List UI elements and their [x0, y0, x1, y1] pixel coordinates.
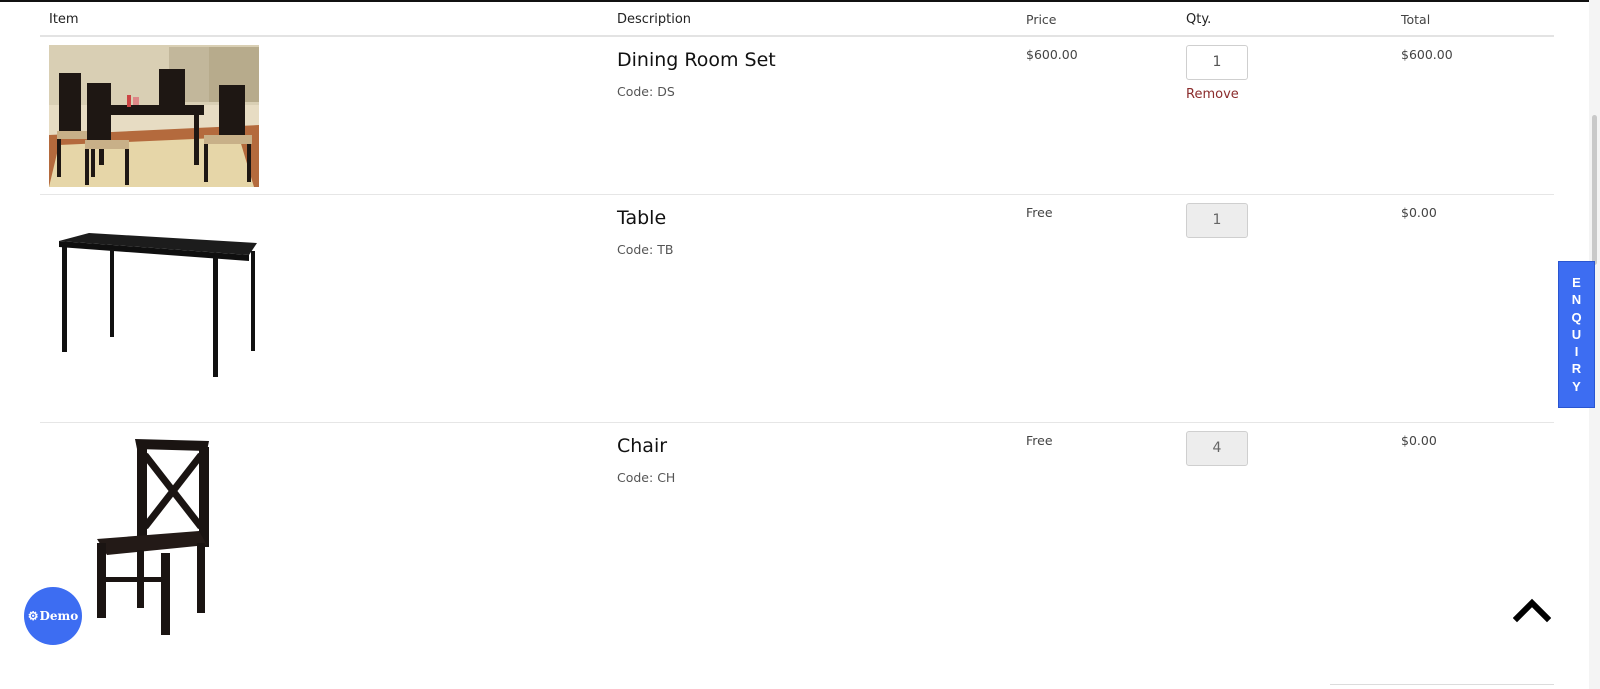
cart-table: Item Description Price Qty. Total Dining… [40, 2, 1554, 685]
product-name[interactable]: Chair [617, 435, 667, 457]
demo-label: Demo [39, 609, 79, 623]
product-name[interactable]: Table [617, 207, 666, 229]
line-total: $0.00 [1401, 205, 1437, 220]
product-price: Free [1026, 433, 1053, 448]
table-photo [59, 233, 257, 377]
header-item: Item [49, 12, 79, 27]
product-code-label: Code: [617, 242, 654, 257]
line-total: $0.00 [1401, 433, 1437, 448]
enquiry-letter: R [1571, 361, 1582, 377]
remove-link[interactable]: Remove [1186, 87, 1239, 102]
quantity-input: 1 [1186, 203, 1248, 238]
quantity-input: 4 [1186, 431, 1248, 466]
demo-button[interactable]: ⚙ Demo [24, 587, 82, 645]
line-total: $600.00 [1401, 47, 1453, 62]
product-code: Code: DS [617, 84, 675, 99]
cart-row-chair: Chair Code: CH Free 4 $0.00 [40, 423, 1554, 685]
product-code: Code: TB [617, 242, 673, 257]
product-code-value: DS [657, 84, 675, 99]
enquiry-letter: I [1574, 344, 1579, 360]
cart-header-row: Item Description Price Qty. Total [40, 2, 1554, 37]
product-name[interactable]: Dining Room Set [617, 49, 776, 71]
product-code: Code: CH [617, 470, 675, 485]
enquiry-letter: E [1572, 275, 1581, 290]
product-price: Free [1026, 205, 1053, 220]
enquiry-tab[interactable]: E N Q U I R Y [1558, 261, 1595, 408]
cart-row-dining-room-set: Dining Room Set Code: DS $600.00 1 Remov… [40, 37, 1554, 195]
page-scrollbar-thumb[interactable] [1592, 115, 1597, 265]
dining-set-photo [49, 45, 259, 187]
product-price: $600.00 [1026, 47, 1078, 62]
enquiry-letter: U [1571, 326, 1582, 342]
product-code-value: TB [657, 242, 674, 257]
header-qty: Qty. [1186, 12, 1212, 27]
quantity-input[interactable]: 1 [1186, 45, 1248, 80]
header-total: Total [1401, 12, 1431, 27]
enquiry-letter: N [1571, 292, 1582, 308]
product-code-label: Code: [617, 84, 654, 99]
chevron-up-icon[interactable] [1513, 596, 1551, 624]
product-code-label: Code: [617, 470, 654, 485]
summary-divider [1330, 684, 1554, 685]
header-description: Description [617, 12, 692, 27]
product-code-value: CH [657, 470, 676, 485]
enquiry-letter: Y [1572, 378, 1581, 394]
gear-icon: ⚙ [27, 609, 39, 623]
cart-row-table: Table Code: TB Free 1 $0.00 [40, 195, 1554, 423]
enquiry-letter: Q [1571, 309, 1582, 325]
header-price: Price [1026, 12, 1057, 27]
